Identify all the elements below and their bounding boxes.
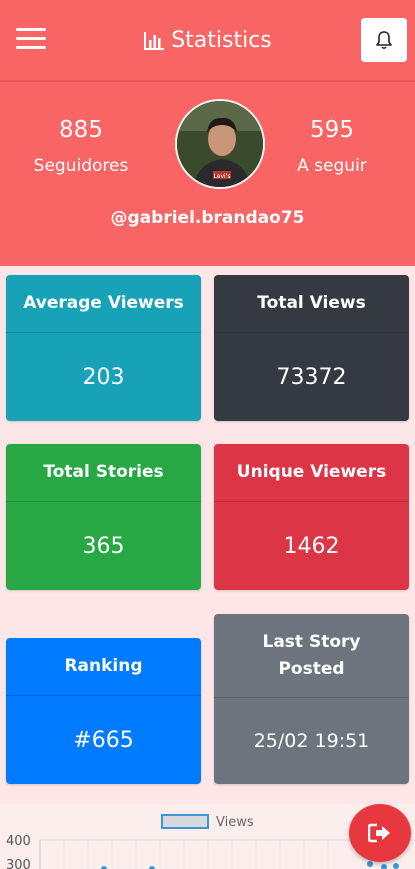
followers-stat[interactable]: 885 Seguidores bbox=[11, 114, 151, 177]
followers-count: 885 bbox=[59, 117, 103, 143]
card-value: 73372 bbox=[276, 364, 347, 390]
unique-viewers-card[interactable]: Unique Viewers 1462 bbox=[214, 444, 409, 590]
last-story-posted-card[interactable]: Last Story Posted 25/02 19:51 bbox=[214, 614, 409, 784]
legend-label: Views bbox=[216, 815, 254, 830]
card-title: Total Views bbox=[214, 275, 409, 333]
y-tick-label: 300 bbox=[6, 858, 31, 869]
y-tick-label: 400 bbox=[6, 834, 31, 849]
card-value: #665 bbox=[73, 727, 134, 753]
card-value: 25/02 19:51 bbox=[253, 730, 370, 752]
card-title: Average Viewers bbox=[6, 275, 201, 333]
following-count: 595 bbox=[310, 117, 354, 143]
card-title: Unique Viewers bbox=[214, 444, 409, 502]
following-stat[interactable]: 595 A seguir bbox=[262, 114, 402, 177]
total-stories-card[interactable]: Total Stories 365 bbox=[6, 444, 201, 590]
data-point bbox=[393, 863, 399, 869]
card-value: 203 bbox=[82, 364, 125, 390]
card-value: 1462 bbox=[283, 533, 340, 559]
ranking-card[interactable]: Ranking #665 bbox=[6, 638, 201, 784]
bell-icon bbox=[376, 31, 392, 50]
username: @gabriel.brandao75 bbox=[110, 208, 305, 228]
page-title: Statistics bbox=[0, 26, 415, 60]
data-point bbox=[367, 861, 373, 867]
card-title: Ranking bbox=[6, 638, 201, 696]
bar-chart-icon bbox=[143, 30, 165, 60]
logout-button[interactable] bbox=[349, 804, 411, 862]
card-value: 365 bbox=[82, 533, 125, 559]
card-title: Last Story Posted bbox=[214, 614, 409, 698]
legend-swatch bbox=[161, 814, 209, 829]
notifications-button[interactable] bbox=[361, 18, 407, 62]
following-label: A seguir bbox=[297, 156, 367, 176]
logout-icon bbox=[368, 823, 390, 843]
page-title-text: Statistics bbox=[171, 28, 272, 53]
data-point bbox=[381, 864, 387, 869]
followers-label: Seguidores bbox=[33, 156, 129, 176]
card-title: Total Stories bbox=[6, 444, 201, 502]
profile-section: 885 Seguidores Levi's 595 A seguir @gabr… bbox=[0, 82, 415, 266]
avatar[interactable]: Levi's bbox=[175, 99, 265, 189]
total-views-card[interactable]: Total Views 73372 bbox=[214, 275, 409, 421]
svg-text:Levi's: Levi's bbox=[214, 173, 231, 180]
average-viewers-card[interactable]: Average Viewers 203 bbox=[6, 275, 201, 421]
app-header: Statistics bbox=[0, 0, 415, 82]
